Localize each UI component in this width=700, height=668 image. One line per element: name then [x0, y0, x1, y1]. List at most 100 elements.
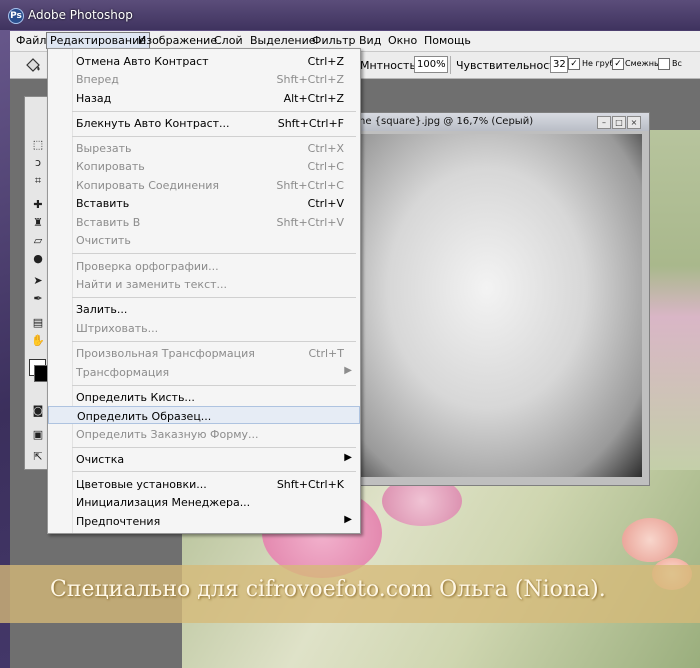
menu-item-label: Вырезать: [76, 142, 132, 155]
menu-item-define-pattern[interactable]: Определить Образец...: [48, 406, 360, 424]
marquee-tool-icon[interactable]: ⬚: [29, 137, 47, 153]
background-photo-right: [648, 130, 700, 470]
quick-mask-icon[interactable]: ◙: [29, 403, 47, 419]
tolerance-input[interactable]: 32: [550, 56, 568, 73]
window-title: Adobe Photoshop: [28, 8, 133, 22]
menu-separator: [72, 111, 356, 112]
menu-item-step-backward[interactable]: Назад Alt+Ctrl+Z: [48, 89, 360, 107]
jump-to-imageready-icon[interactable]: ⇱: [29, 449, 47, 465]
menu-window[interactable]: Окно: [388, 34, 417, 47]
menu-item-transform[interactable]: Трансформация ▶: [48, 363, 360, 381]
pen-tool-icon[interactable]: ✒: [29, 291, 47, 307]
menu-edit[interactable]: Редактирование: [46, 32, 150, 49]
menu-file[interactable]: Файл: [16, 34, 46, 47]
menu-item-define-brush[interactable]: Определить Кисть...: [48, 388, 360, 406]
menu-item-label: Штриховать...: [76, 322, 159, 335]
menu-filter[interactable]: Фильтр: [312, 34, 356, 47]
anti-alias-checkbox[interactable]: ✓: [568, 58, 580, 70]
stamp-tool-icon[interactable]: ♜: [29, 215, 47, 231]
menu-item-label: Определить Кисть...: [76, 391, 195, 404]
hand-tool-icon[interactable]: ✋: [29, 333, 47, 349]
menu-select[interactable]: Выделение: [250, 34, 316, 47]
close-icon[interactable]: ×: [627, 116, 641, 129]
menu-item-copy[interactable]: Копировать Ctrl+C: [48, 157, 360, 175]
menu-item-shortcut: Shft+Ctrl+K: [276, 478, 344, 491]
menu-item-label: Назад: [76, 92, 112, 105]
menu-item-label: Определить Заказную Форму...: [76, 428, 259, 441]
menu-item-label: Найти и заменить текст...: [76, 278, 228, 291]
menu-item-label: Залить...: [76, 303, 128, 316]
window-title-bar: Ps Adobe Photoshop: [0, 0, 700, 30]
menu-item-shortcut: Shft+Ctrl+F: [277, 117, 344, 130]
contiguous-checkbox[interactable]: ✓: [612, 58, 624, 70]
edit-menu-dropdown: Отмена Авто Контраст Ctrl+Z Вперед Shft+Ct…: [47, 48, 361, 534]
menu-separator: [72, 136, 356, 137]
maximize-icon[interactable]: □: [612, 116, 626, 129]
all-layers-checkbox[interactable]: [658, 58, 670, 70]
menu-item-spell-check[interactable]: Проверка орфографии...: [48, 257, 360, 275]
menu-image[interactable]: Изображение: [138, 34, 217, 47]
lasso-tool-icon[interactable]: ↄ: [29, 155, 47, 171]
menu-item-shortcut: Ctrl+Z: [307, 55, 344, 68]
eraser-tool-icon[interactable]: ▱: [29, 233, 47, 249]
menu-item-label: Копировать: [76, 160, 145, 173]
submenu-arrow-icon: ▶: [344, 514, 352, 525]
menu-item-define-custom-shape[interactable]: Определить Заказную Форму...: [48, 425, 360, 443]
submenu-arrow-icon: ▶: [344, 452, 352, 463]
menu-item-fill[interactable]: Залить...: [48, 300, 360, 318]
menu-item-label: Инициализация Менеджера...: [76, 496, 251, 509]
menu-item-clear[interactable]: Очистить: [48, 231, 360, 249]
menu-item-shortcut: Ctrl+V: [307, 197, 344, 210]
menu-item-label: Проверка орфографии...: [76, 260, 219, 273]
menu-separator: [72, 341, 356, 342]
opacity-input[interactable]: 100%: [414, 56, 448, 73]
menu-item-paste[interactable]: Вставить Ctrl+V: [48, 194, 360, 212]
menu-item-color-settings[interactable]: Цветовые установки... Shft+Ctrl+K: [48, 475, 360, 493]
menu-item-label: Вставить: [76, 197, 130, 210]
notes-tool-icon[interactable]: ▤: [29, 315, 47, 331]
menu-layer[interactable]: Слой: [214, 34, 243, 47]
screen-mode-icon[interactable]: ▣: [29, 427, 47, 443]
move-tool-icon[interactable]: ➤: [29, 273, 47, 289]
menu-item-copy-merged[interactable]: Копировать Соединения Shft+Ctrl+C: [48, 176, 360, 194]
menu-item-shortcut: Ctrl+X: [307, 142, 344, 155]
menu-item-fade[interactable]: Блекнуть Авто Контраст... Shft+Ctrl+F: [48, 114, 360, 132]
menu-item-shortcut: Shft+Ctrl+Z: [276, 73, 345, 86]
toolbar-separator: [450, 56, 451, 74]
document-window: ne {square}.jpg @ 16,7% (Серый) – □ ×: [356, 112, 650, 486]
menu-item-shortcut: Ctrl+T: [308, 347, 344, 360]
menu-item-shortcut: Shft+Ctrl+V: [276, 216, 344, 229]
menu-separator: [72, 385, 356, 386]
submenu-arrow-icon: ▶: [344, 365, 352, 376]
menu-item-free-transform[interactable]: Произвольная Трансформация Ctrl+T: [48, 344, 360, 362]
document-canvas[interactable]: [360, 134, 642, 477]
menu-separator: [72, 471, 356, 472]
menu-item-label: Очистка: [76, 453, 125, 466]
crop-tool-icon[interactable]: ⌗: [29, 173, 47, 189]
menu-item-label: Отмена Авто Контраст: [76, 55, 209, 68]
menu-item-purge[interactable]: Очистка ▶: [48, 450, 360, 468]
minimize-icon[interactable]: –: [597, 116, 611, 129]
document-title: ne {square}.jpg @ 16,7% (Серый): [359, 116, 534, 127]
paint-bucket-icon[interactable]: [24, 56, 42, 74]
menu-item-preferences[interactable]: Предпочтения ▶: [48, 512, 360, 530]
menu-separator: [72, 253, 356, 254]
menu-item-label: Копировать Соединения: [76, 179, 220, 192]
menu-item-step-forward[interactable]: Вперед Shft+Ctrl+Z: [48, 70, 360, 88]
menu-item-shortcut: Ctrl+C: [307, 160, 344, 173]
menu-help[interactable]: Помощь: [424, 34, 471, 47]
menu-item-label: Блекнуть Авто Контраст...: [76, 117, 230, 130]
menu-item-preset-manager[interactable]: Инициализация Менеджера...: [48, 493, 360, 511]
menu-item-label: Вставить В: [76, 216, 141, 229]
menu-item-find-replace[interactable]: Найти и заменить текст...: [48, 275, 360, 293]
menu-view[interactable]: Вид: [359, 34, 381, 47]
menu-item-label: Определить Образец...: [77, 410, 212, 423]
healing-tool-icon[interactable]: ✚: [29, 197, 47, 213]
menu-item-undo[interactable]: Отмена Авто Контраст Ctrl+Z: [48, 52, 360, 70]
menu-item-cut[interactable]: Вырезать Ctrl+X: [48, 139, 360, 157]
menu-item-stroke[interactable]: Штриховать...: [48, 319, 360, 337]
menu-item-paste-into[interactable]: Вставить В Shft+Ctrl+V: [48, 213, 360, 231]
menu-item-label: Предпочтения: [76, 515, 161, 528]
all-layers-label: Вс: [672, 59, 682, 68]
blur-tool-icon[interactable]: ●: [29, 251, 47, 267]
